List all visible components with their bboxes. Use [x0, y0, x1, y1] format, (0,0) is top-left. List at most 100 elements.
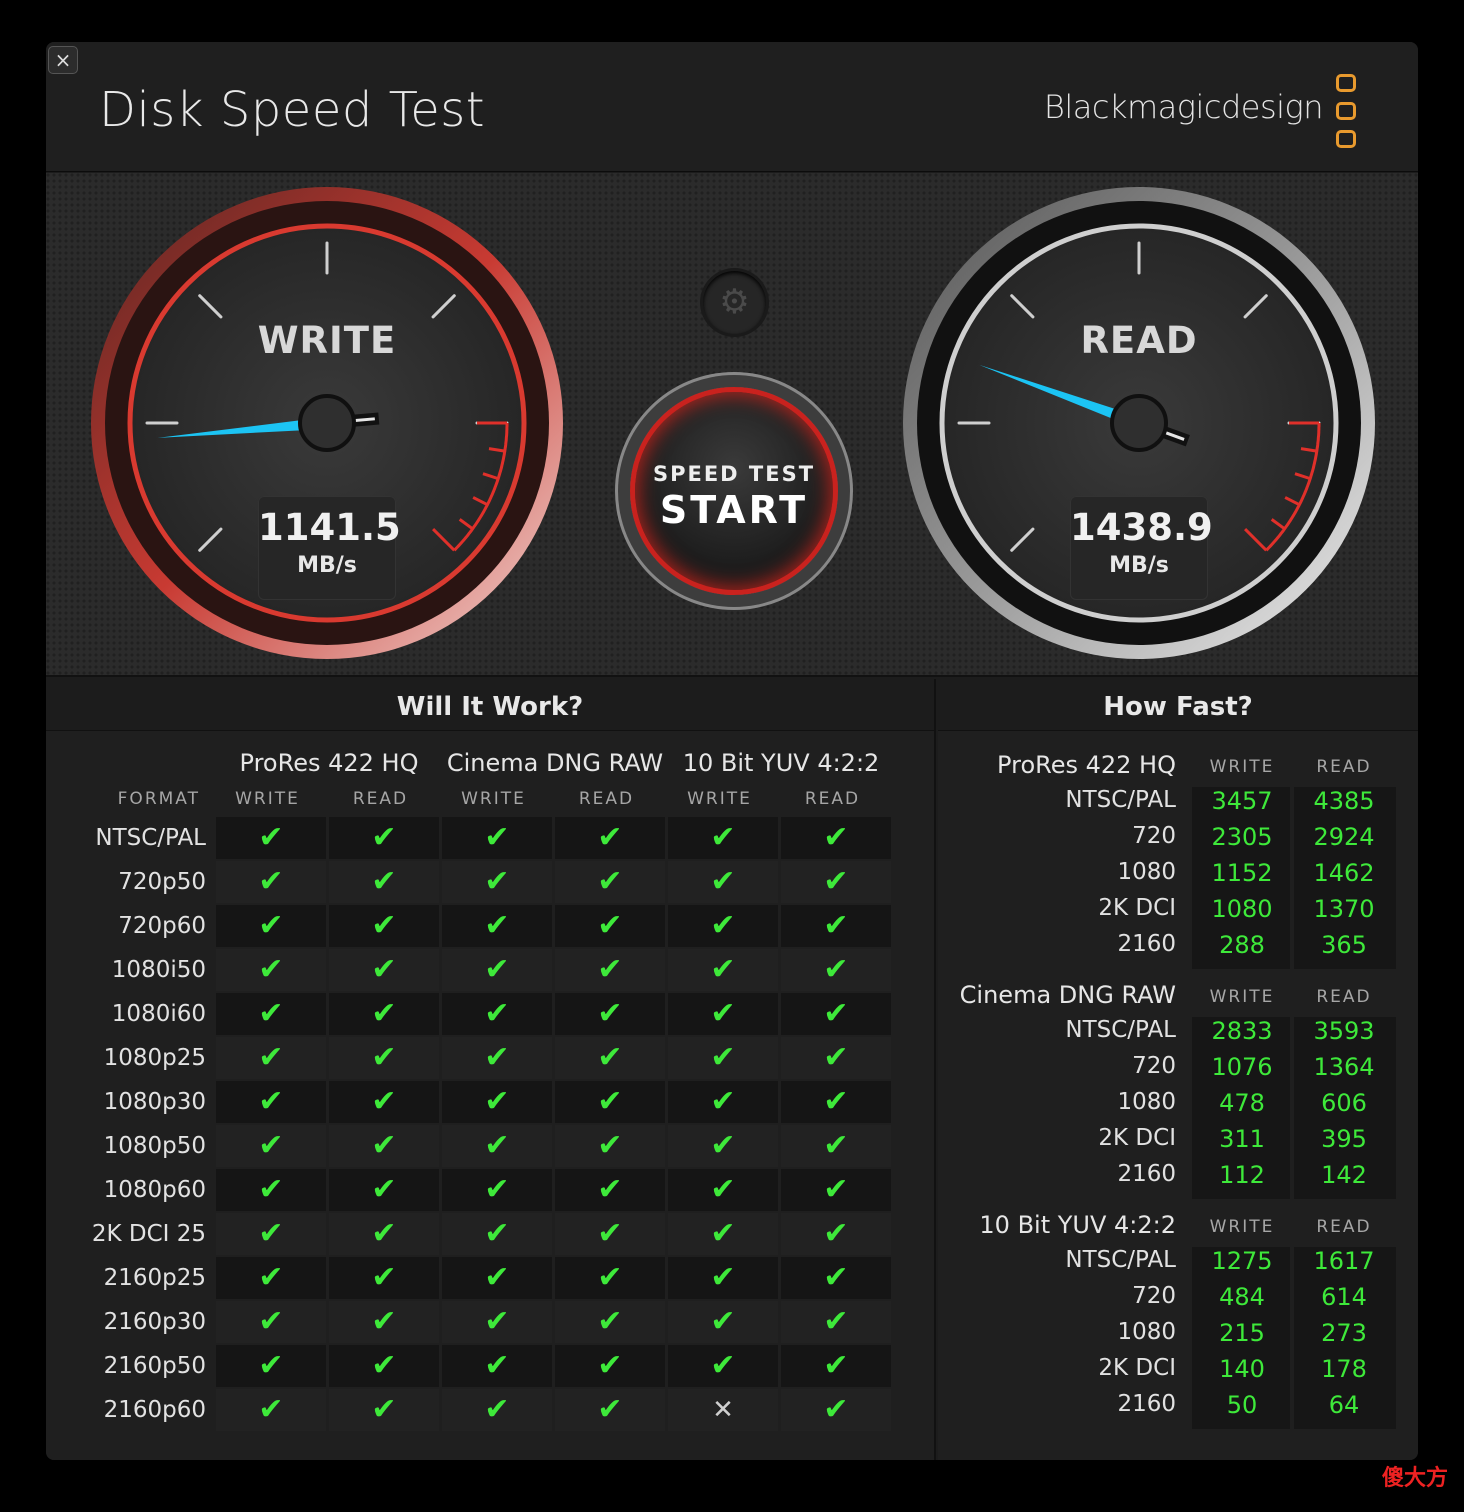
write-column-label: WRITE	[1209, 987, 1275, 1007]
check-icon: ✔	[442, 1389, 552, 1431]
will-it-work-title: Will It Work?	[46, 679, 934, 731]
start-speed-test-button[interactable]: SPEED TEST START	[630, 387, 838, 595]
speed-row-label: 2160	[1117, 1391, 1176, 1417]
format-row-label: 1080p50	[103, 1133, 206, 1159]
format-row-label: 1080i50	[111, 957, 206, 983]
check-icon: ✔	[442, 1345, 552, 1387]
read-fps-value: 142	[1321, 1161, 1367, 1189]
format-row-label: 1080p60	[103, 1177, 206, 1203]
gear-icon: ⚙	[719, 282, 750, 322]
codec-group-label: 10 Bit YUV 4:2:2	[682, 749, 880, 777]
check-icon: ✔	[781, 1301, 891, 1343]
check-icon: ✔	[781, 1257, 891, 1299]
read-column-label: READ	[804, 789, 861, 809]
speed-group-label: Cinema DNG RAW	[959, 981, 1176, 1009]
write-fps-value: 311	[1219, 1125, 1265, 1153]
gauge-area: WRITE READ 1141.5 MB/s 1438.9 MB/s ⚙ SPE…	[46, 173, 1418, 677]
brand-name: Blackmagicdesign	[1043, 88, 1324, 126]
check-icon: ✔	[781, 1389, 891, 1431]
read-fps-value: 606	[1321, 1089, 1367, 1117]
read-fps-value: 1617	[1313, 1247, 1375, 1275]
codec-group-label: Cinema DNG RAW	[446, 749, 664, 777]
write-gauge-hub	[298, 394, 356, 452]
read-column-label: READ	[1316, 757, 1372, 777]
check-icon: ✔	[442, 1037, 552, 1079]
check-icon: ✔	[555, 1169, 665, 1211]
check-icon: ✔	[668, 817, 778, 859]
speed-row-label: 720	[1132, 823, 1176, 849]
check-icon: ✔	[442, 1213, 552, 1255]
check-icon: ✔	[555, 1037, 665, 1079]
check-icon: ✔	[555, 1389, 665, 1431]
check-icon: ✔	[668, 861, 778, 903]
check-icon: ✔	[781, 949, 891, 991]
read-column-label: READ	[352, 789, 409, 809]
write-fps-value: 3457	[1211, 787, 1273, 815]
read-fps-value: 395	[1321, 1125, 1367, 1153]
speed-row-label: NTSC/PAL	[1065, 1017, 1176, 1043]
speed-row-label: 1080	[1117, 1319, 1176, 1345]
check-icon: ✔	[442, 817, 552, 859]
check-icon: ✔	[442, 905, 552, 947]
check-icon: ✔	[555, 1345, 665, 1387]
check-icon: ✔	[216, 1037, 326, 1079]
format-row-label: 720p50	[118, 869, 206, 895]
check-icon: ✔	[216, 905, 326, 947]
read-fps-value: 365	[1321, 931, 1367, 959]
write-fps-value: 288	[1219, 931, 1265, 959]
check-icon: ✔	[555, 861, 665, 903]
check-icon: ✔	[329, 1301, 439, 1343]
speed-row-label: 2160	[1117, 1161, 1176, 1187]
settings-button[interactable]: ⚙	[703, 271, 766, 334]
write-fps-value: 478	[1219, 1089, 1265, 1117]
check-icon: ✔	[555, 949, 665, 991]
how-fast-panel: How Fast? ProRes 422 HQ WRITE READ NTSC/PAL…	[938, 679, 1418, 1460]
check-icon: ✔	[781, 993, 891, 1035]
check-icon: ✔	[668, 1125, 778, 1167]
speed-group-label: ProRes 422 HQ	[997, 751, 1176, 779]
check-icon: ✔	[442, 1169, 552, 1211]
format-column-label: FORMAT	[117, 789, 200, 809]
check-icon: ✔	[668, 1037, 778, 1079]
read-fps-value: 1462	[1313, 859, 1375, 887]
check-icon: ✔	[781, 1037, 891, 1079]
check-icon: ✔	[329, 1081, 439, 1123]
check-icon: ✔	[216, 1345, 326, 1387]
check-icon: ✔	[442, 949, 552, 991]
check-icon: ✔	[442, 993, 552, 1035]
read-fps-value: 273	[1321, 1319, 1367, 1347]
check-icon: ✔	[555, 817, 665, 859]
speed-group-label: 10 Bit YUV 4:2:2	[979, 1211, 1176, 1239]
speed-row-label: 2K DCI	[1098, 1355, 1176, 1381]
check-icon: ✔	[329, 949, 439, 991]
write-speed-readout: 1141.5 MB/s	[258, 496, 401, 600]
format-row-label: 2160p25	[103, 1265, 206, 1291]
speed-row-label: 1080	[1117, 859, 1176, 885]
speed-row-label: 1080	[1117, 1089, 1176, 1115]
close-button[interactable]: ×	[48, 46, 78, 74]
format-row-label: 2160p30	[103, 1309, 206, 1335]
check-icon: ✔	[329, 1125, 439, 1167]
write-column-label: WRITE	[1209, 1217, 1275, 1237]
check-icon: ✔	[329, 861, 439, 903]
check-icon: ✔	[781, 1169, 891, 1211]
check-icon: ✔	[329, 905, 439, 947]
write-fps-value: 1275	[1211, 1247, 1273, 1275]
read-gauge-label: READ	[1080, 319, 1198, 362]
check-icon: ✔	[329, 1257, 439, 1299]
check-icon: ✔	[668, 1257, 778, 1299]
brand-logo-icon	[1336, 74, 1358, 148]
read-gauge-hub	[1110, 394, 1168, 452]
write-fps-value: 140	[1219, 1355, 1265, 1383]
write-column-label: WRITE	[687, 789, 752, 809]
write-fps-value: 112	[1219, 1161, 1265, 1189]
watermark-text: 傻大方	[1381, 1466, 1448, 1491]
read-speed-readout: 1438.9 MB/s	[1070, 496, 1213, 600]
codec-group-label: ProRes 422 HQ	[239, 749, 419, 777]
read-fps-value: 64	[1328, 1391, 1360, 1419]
how-fast-title: How Fast?	[938, 679, 1418, 731]
read-fps-value: 1364	[1313, 1053, 1375, 1081]
check-icon: ✔	[329, 817, 439, 859]
check-icon: ✔	[781, 1345, 891, 1387]
read-column-label: READ	[1316, 987, 1372, 1007]
